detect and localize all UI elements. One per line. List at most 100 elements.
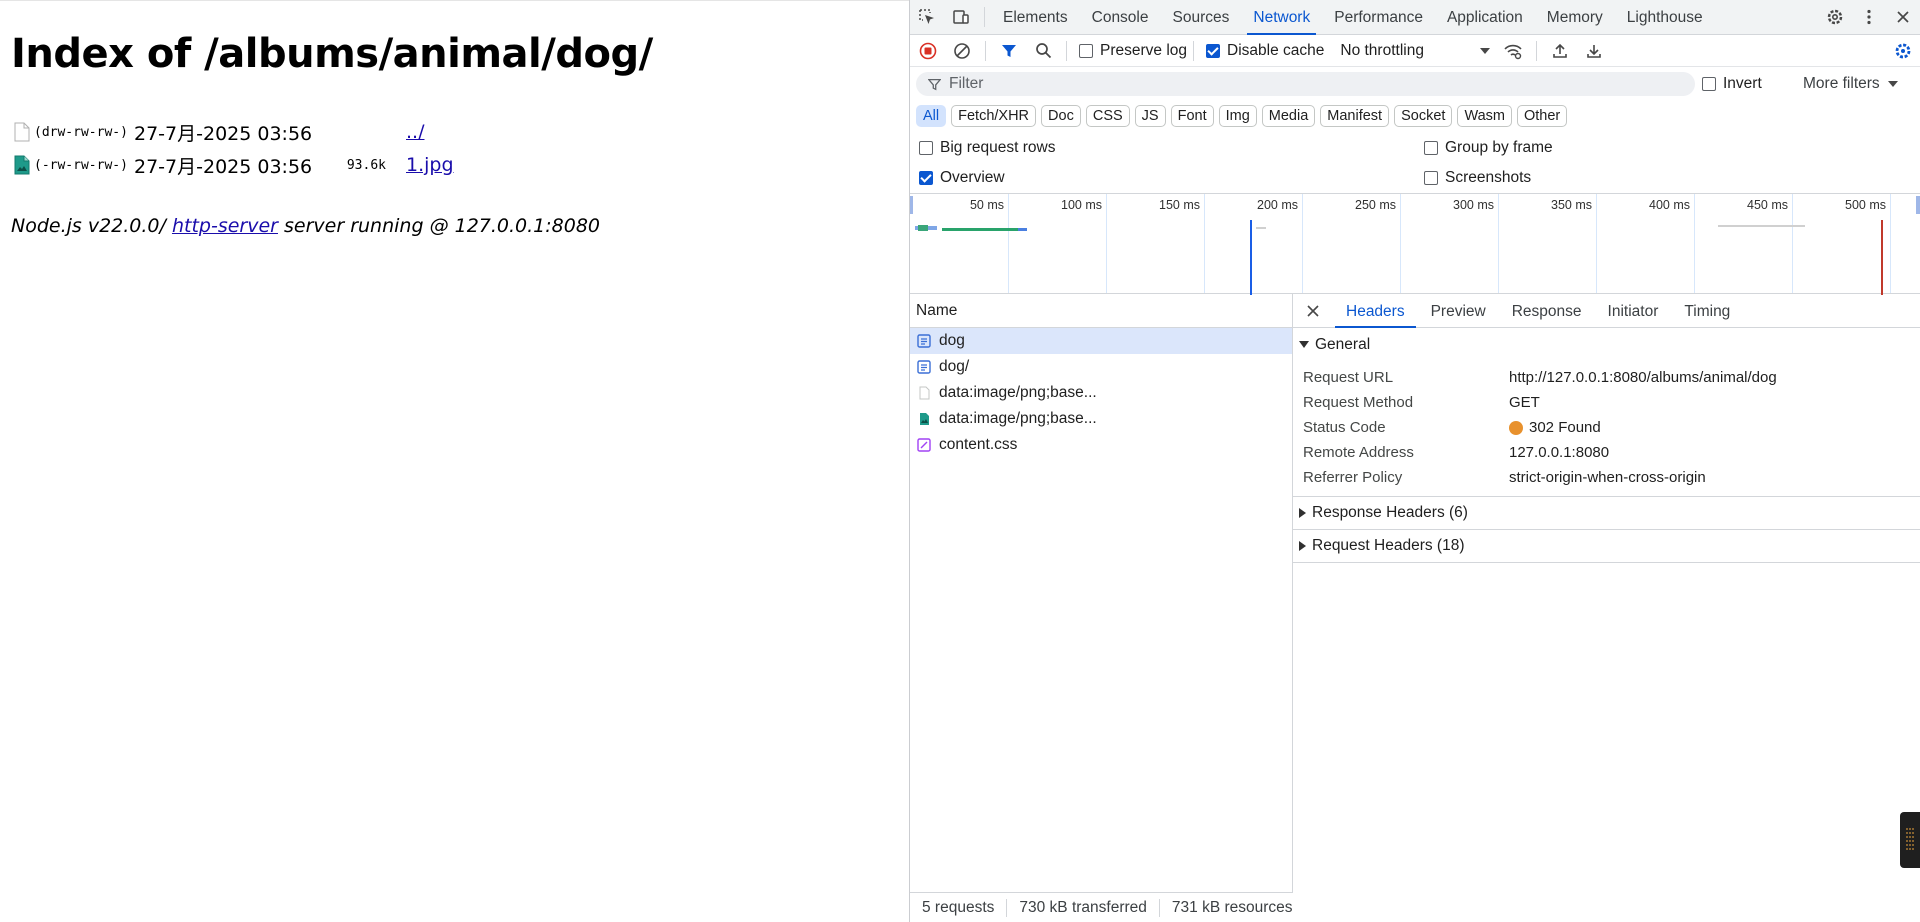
import-har-icon[interactable] bbox=[1543, 34, 1577, 68]
checkbox-box-checked[interactable] bbox=[1206, 43, 1221, 58]
network-settings-gear-icon[interactable] bbox=[1886, 34, 1920, 68]
type-filter-all[interactable]: All bbox=[916, 105, 947, 127]
timeline-gridline bbox=[1106, 194, 1107, 293]
type-filter-js[interactable]: JS bbox=[1134, 105, 1166, 127]
network-overview-timeline[interactable]: 50 ms 100 ms 150 ms 200 ms 250 ms 300 ms… bbox=[910, 193, 1920, 295]
type-filter-font[interactable]: Font bbox=[1170, 105, 1214, 127]
extension-sidebar-handle[interactable] bbox=[1900, 812, 1920, 868]
group-by-frame-checkbox[interactable]: Group by frame bbox=[1424, 139, 1553, 157]
overview-checkbox[interactable]: Overview bbox=[919, 169, 1005, 187]
tab-preview[interactable]: Preview bbox=[1418, 294, 1499, 328]
tab-initiator[interactable]: Initiator bbox=[1595, 294, 1672, 328]
request-list: Name dog dog/ data:image/png;base... dat… bbox=[910, 294, 1293, 892]
header-key: Request Method bbox=[1303, 394, 1414, 411]
request-row[interactable]: dog/ bbox=[910, 354, 1292, 380]
type-filter-doc[interactable]: Doc bbox=[1041, 105, 1081, 127]
request-row[interactable]: data:image/png;base... bbox=[910, 380, 1292, 406]
type-filter-css[interactable]: CSS bbox=[1085, 105, 1130, 127]
filter-placeholder: Filter bbox=[949, 75, 984, 92]
tab-headers[interactable]: Headers bbox=[1333, 294, 1418, 328]
screenshots-label: Screenshots bbox=[1445, 169, 1532, 186]
directory-listing-page: Index of /albums/animal/dog/ (drw-rw-rw-… bbox=[0, 0, 909, 922]
timeline-handle-right[interactable] bbox=[1916, 196, 1920, 214]
tab-application[interactable]: Application bbox=[1435, 0, 1535, 35]
disable-cache-checkbox[interactable]: Disable cache bbox=[1206, 42, 1324, 60]
request-row[interactable]: data:image/png;base... bbox=[910, 406, 1292, 432]
big-request-rows-checkbox[interactable]: Big request rows bbox=[919, 139, 1055, 157]
type-filter-other[interactable]: Other bbox=[1516, 105, 1568, 127]
tab-console[interactable]: Console bbox=[1080, 0, 1161, 35]
invert-checkbox[interactable]: Invert bbox=[1702, 75, 1762, 93]
entry-permissions: (drw-rw-rw-) bbox=[34, 124, 128, 140]
settings-gear-icon[interactable] bbox=[1818, 0, 1852, 34]
tab-network[interactable]: Network bbox=[1241, 0, 1322, 35]
blank-image-icon bbox=[919, 386, 930, 400]
request-row[interactable]: dog bbox=[910, 328, 1292, 354]
http-server-link[interactable]: http-server bbox=[172, 215, 278, 237]
inspect-element-icon[interactable] bbox=[910, 0, 944, 34]
timeline-handle-left[interactable] bbox=[910, 196, 913, 214]
grip-icon bbox=[1906, 828, 1914, 852]
blank-file-icon bbox=[14, 122, 30, 142]
throttling-select[interactable]: No throttling bbox=[1340, 41, 1491, 60]
timeline-label: 250 ms bbox=[1355, 198, 1396, 212]
entry-link-parent[interactable]: ../ bbox=[406, 121, 424, 143]
type-filter-wasm[interactable]: Wasm bbox=[1457, 105, 1512, 127]
stop-recording-icon[interactable] bbox=[911, 34, 945, 68]
device-toolbar-icon[interactable] bbox=[944, 0, 978, 34]
tab-performance[interactable]: Performance bbox=[1322, 0, 1435, 35]
entry-permissions: (-rw-rw-rw-) bbox=[34, 157, 128, 173]
filter-funnel-icon[interactable] bbox=[992, 34, 1026, 68]
request-bar bbox=[1018, 228, 1027, 231]
tab-sources[interactable]: Sources bbox=[1161, 0, 1242, 35]
type-filter-manifest[interactable]: Manifest bbox=[1320, 105, 1390, 127]
timeline-gridline bbox=[1890, 194, 1891, 293]
checkbox-box[interactable] bbox=[1424, 171, 1438, 185]
throttling-value: No throttling bbox=[1340, 41, 1424, 59]
type-filter-media[interactable]: Media bbox=[1261, 105, 1316, 127]
timeline-gridline bbox=[1204, 194, 1205, 293]
screenshots-checkbox[interactable]: Screenshots bbox=[1424, 169, 1531, 187]
tab-timing[interactable]: Timing bbox=[1671, 294, 1743, 328]
more-filters-dropdown[interactable]: More filters bbox=[1803, 75, 1898, 93]
entry-link-file[interactable]: 1.jpg bbox=[406, 154, 454, 176]
type-filter-img[interactable]: Img bbox=[1218, 105, 1257, 127]
checkbox-box[interactable] bbox=[1079, 43, 1093, 58]
triangle-collapsed-icon bbox=[1299, 541, 1306, 551]
timeline-gridline bbox=[1694, 194, 1695, 293]
tab-response[interactable]: Response bbox=[1499, 294, 1595, 328]
devtools-tabbar: Elements Console Sources Network Perform… bbox=[910, 0, 1920, 35]
checkbox-box[interactable] bbox=[1702, 77, 1716, 91]
timeline-label: 50 ms bbox=[969, 198, 1004, 212]
request-row[interactable]: content.css bbox=[910, 432, 1292, 458]
network-conditions-icon[interactable] bbox=[1496, 34, 1530, 68]
clear-icon[interactable] bbox=[945, 34, 979, 68]
tab-memory[interactable]: Memory bbox=[1535, 0, 1615, 35]
column-header-name[interactable]: Name bbox=[910, 294, 1292, 328]
request-bar bbox=[942, 228, 1027, 231]
more-filters-label: More filters bbox=[1803, 75, 1880, 92]
status-code-text: 302 Found bbox=[1529, 419, 1601, 436]
type-filter-socket[interactable]: Socket bbox=[1394, 105, 1453, 127]
checkbox-box[interactable] bbox=[919, 141, 933, 155]
request-headers-section-header[interactable]: Request Headers (18) bbox=[1293, 530, 1920, 563]
tab-lighthouse[interactable]: Lighthouse bbox=[1615, 0, 1715, 35]
more-options-icon[interactable] bbox=[1852, 0, 1886, 34]
filter-input[interactable]: Filter bbox=[916, 72, 1695, 96]
timeline-gridline bbox=[1400, 194, 1401, 293]
export-har-icon[interactable] bbox=[1577, 34, 1611, 68]
header-value: GET bbox=[1509, 394, 1540, 411]
close-detail-icon[interactable] bbox=[1293, 294, 1333, 328]
general-section-header[interactable]: General bbox=[1293, 328, 1920, 361]
invert-label: Invert bbox=[1723, 75, 1762, 92]
request-name: content.css bbox=[939, 436, 1018, 453]
preserve-log-checkbox[interactable]: Preserve log bbox=[1079, 42, 1187, 60]
tab-elements[interactable]: Elements bbox=[991, 0, 1080, 35]
checkbox-box[interactable] bbox=[1424, 141, 1438, 155]
search-icon[interactable] bbox=[1026, 34, 1060, 68]
response-headers-section-header[interactable]: Response Headers (6) bbox=[1293, 497, 1920, 530]
close-devtools-icon[interactable] bbox=[1886, 0, 1920, 34]
checkbox-box-checked[interactable] bbox=[919, 171, 933, 185]
type-filter-fetch-xhr[interactable]: Fetch/XHR bbox=[951, 105, 1037, 127]
header-row: Request Method GET bbox=[1293, 390, 1920, 415]
